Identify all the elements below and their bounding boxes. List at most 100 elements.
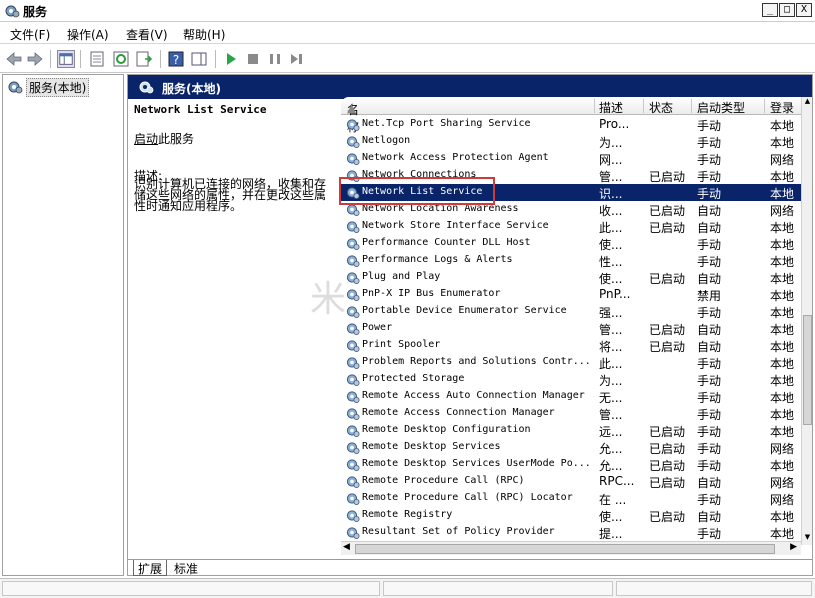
service-row[interactable]: Network Access Protection Agent 网... 手动 网络 — [341, 150, 801, 167]
service-row[interactable]: Problem Reports and Solutions Contr... 此.… — [341, 354, 801, 371]
service-row[interactable]: Portable Device Enumerator Service 强... 手动… — [341, 303, 801, 320]
service-startup-type: 自动 — [697, 272, 722, 286]
maximize-button[interactable]: □ — [779, 3, 795, 17]
tab-extended[interactable]: 扩展 — [133, 560, 168, 576]
col-logon[interactable]: 登录 — [770, 99, 794, 116]
service-row[interactable]: Remote Procedure Call (RPC) RPC... 已启动 自动 网络 — [341, 473, 801, 490]
service-row[interactable]: Remote Desktop Services UserMode Po... 允.… — [341, 456, 801, 473]
service-row[interactable]: Network Store Interface Service 此... 已启动 自动… — [341, 218, 801, 235]
console-tree: 服务(本地) — [2, 74, 124, 576]
vertical-scroll-thumb[interactable] — [803, 315, 812, 425]
service-row[interactable]: Remote Desktop Services 允... 已启动 手动 网络 — [341, 439, 801, 456]
export-list-icon[interactable] — [135, 50, 153, 68]
menu-help[interactable]: 帮助(H) — [183, 26, 225, 43]
service-startup-type: 禁用 — [697, 289, 722, 303]
service-row[interactable]: Performance Logs & Alerts 性... 手动 本地 — [341, 252, 801, 269]
selected-service-name: Network List Service — [134, 103, 267, 116]
service-name: Remote Access Connection Manager — [362, 407, 555, 418]
service-logon: 网络 — [770, 493, 795, 507]
service-name: Remote Desktop Configuration — [362, 424, 531, 435]
menu-view[interactable]: 查看(V) — [126, 26, 168, 43]
service-logon: 本地 — [770, 238, 795, 252]
stop-service-icon[interactable] — [244, 50, 262, 68]
service-row[interactable]: Print Spooler 将... 已启动 自动 本地 — [341, 337, 801, 354]
service-row[interactable]: Remote Access Connection Manager 管... 手动 本地 — [341, 405, 801, 422]
col-startup-type[interactable]: 启动类型 — [697, 99, 745, 116]
service-description: 允... — [599, 442, 623, 456]
service-gear-icon — [345, 321, 360, 336]
service-logon: 本地 — [770, 221, 795, 235]
refresh-icon[interactable] — [112, 50, 130, 68]
services-gear-icon — [139, 81, 154, 94]
start-service-suffix: 此服务 — [158, 132, 195, 146]
start-service-icon[interactable] — [222, 50, 240, 68]
service-row[interactable]: Remote Registry 使... 已启动 自动 本地 — [341, 507, 801, 524]
service-row[interactable]: Remote Access Auto Connection Manager 无..… — [341, 388, 801, 405]
start-service-link[interactable]: 启动 — [134, 132, 158, 146]
status-segment — [616, 581, 812, 596]
horizontal-scrollbar[interactable]: ◀ ▶ — [341, 541, 801, 555]
service-description: 将... — [599, 340, 623, 354]
col-description[interactable]: 描述 — [599, 99, 623, 116]
service-description: Pro... — [599, 117, 630, 131]
service-row[interactable]: Power 管... 已启动 自动 本地 — [341, 320, 801, 337]
service-logon: 本地 — [770, 408, 795, 422]
service-row[interactable]: Resultant Set of Policy Provider 提... 手动 本地 — [341, 524, 801, 541]
back-arrow-icon[interactable] — [5, 50, 23, 68]
service-name: Power — [362, 322, 393, 333]
service-status: 已启动 — [649, 459, 686, 473]
vertical-scrollbar[interactable]: ▲ ▼ — [801, 97, 812, 545]
service-description: 性... — [599, 255, 623, 269]
service-gear-icon — [345, 508, 360, 523]
view-tabs: 扩展 标准 — [128, 559, 812, 576]
service-status: 已启动 — [649, 170, 686, 184]
status-segment — [383, 581, 613, 596]
service-logon: 本地 — [770, 255, 795, 269]
scroll-up-icon[interactable]: ▲ — [802, 97, 813, 109]
help-icon[interactable]: ? — [167, 50, 185, 68]
service-row[interactable]: Protected Storage 为... 手动 本地 — [341, 371, 801, 388]
service-gear-icon — [345, 389, 360, 404]
forward-arrow-icon[interactable] — [26, 50, 44, 68]
tab-standard[interactable]: 标准 — [170, 560, 202, 576]
service-row[interactable]: PnP-X IP Bus Enumerator PnP... 禁用 本地 — [341, 286, 801, 303]
status-bar — [0, 578, 815, 598]
service-name: Remote Desktop Services — [362, 441, 501, 452]
col-status[interactable]: 状态 — [649, 99, 673, 116]
menu-file[interactable]: 文件(F) — [10, 26, 50, 43]
service-startup-type: 自动 — [697, 510, 722, 524]
menu-action[interactable]: 操作(A) — [67, 26, 109, 43]
column-header: 名称 ▲ 描述 状态 启动类型 登录 — [341, 97, 801, 134]
service-gear-icon — [345, 491, 360, 506]
service-row[interactable]: Remote Desktop Configuration 远... 已启动 手动 本地 — [341, 422, 801, 439]
close-button[interactable]: X — [796, 3, 812, 17]
restart-service-icon[interactable] — [288, 50, 306, 68]
service-description: 远... — [599, 425, 623, 439]
pause-service-icon[interactable] — [266, 50, 284, 68]
console-tree-icon[interactable] — [57, 50, 75, 68]
service-startup-type: 手动 — [697, 493, 722, 507]
service-logon: 本地 — [770, 527, 795, 541]
properties-icon[interactable] — [88, 50, 106, 68]
service-gear-icon — [345, 440, 360, 455]
scroll-right-icon[interactable]: ▶ — [790, 542, 797, 552]
horizontal-scroll-thumb[interactable] — [355, 544, 775, 554]
service-row[interactable]: Plug and Play 使... 已启动 自动 本地 — [341, 269, 801, 286]
service-row[interactable]: Remote Procedure Call (RPC) Locator 在 ...… — [341, 490, 801, 507]
service-logon: 网络 — [770, 153, 795, 167]
tree-item-services-local[interactable]: 服务(本地) — [7, 77, 90, 97]
scroll-left-icon[interactable]: ◀ — [343, 542, 350, 552]
minimize-button[interactable]: _ — [762, 3, 778, 17]
service-startup-type: 手动 — [697, 357, 722, 371]
show-hide-pane-icon[interactable] — [190, 50, 208, 68]
service-row[interactable]: Netlogon 为... 手动 本地 — [341, 133, 801, 150]
service-gear-icon — [345, 151, 360, 166]
service-row[interactable]: Net.Tcp Port Sharing Service Pro... 手动 本地 — [341, 116, 801, 133]
service-status: 已启动 — [649, 272, 686, 286]
description-pane: Network List Service 启动此服务 描述: 识别计算机已连接的… — [132, 101, 332, 551]
status-segment — [2, 581, 380, 596]
service-description: 为... — [599, 374, 623, 388]
scroll-down-icon[interactable]: ▼ — [802, 533, 813, 545]
service-row[interactable]: Performance Counter DLL Host 使... 手动 本地 — [341, 235, 801, 252]
service-description: 强... — [599, 306, 623, 320]
